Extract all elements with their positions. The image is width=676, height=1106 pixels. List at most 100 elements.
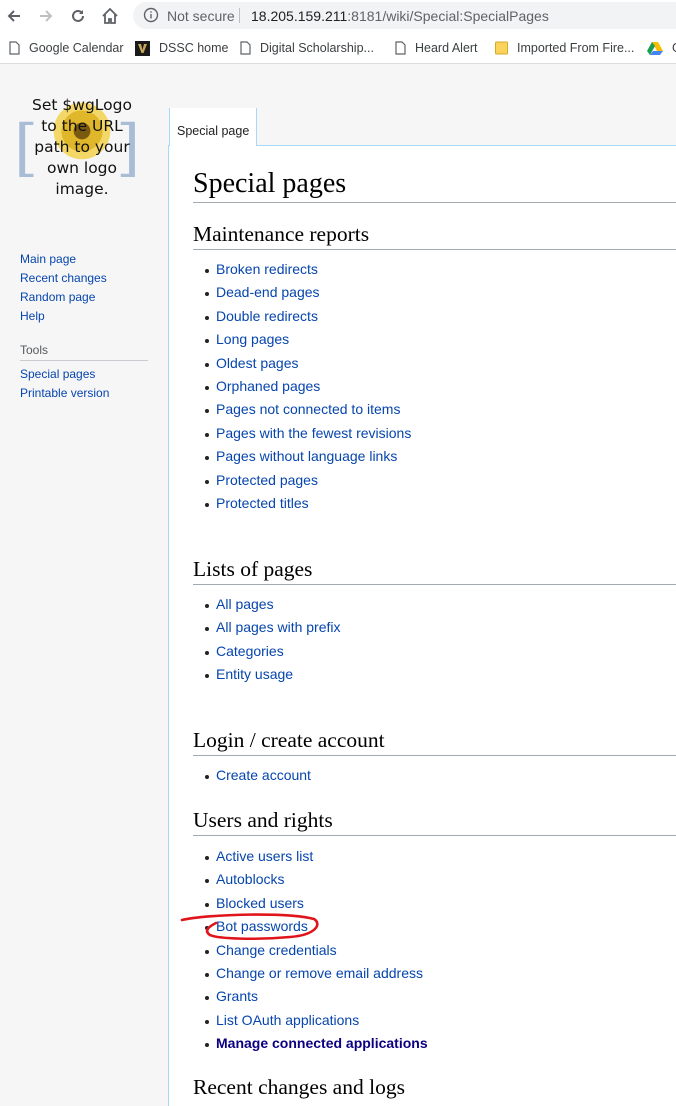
list-item: Dead-end pages [204,281,411,304]
list-item: List OAuth applications [205,1009,428,1032]
link-fewest-revisions[interactable]: Pages with the fewest revisions [216,425,411,441]
list-item: Entity usage [205,663,341,686]
list-item: Broken redirects [204,258,411,281]
list-item: Autoblocks [205,868,428,891]
section-divider [193,584,676,585]
page-icon [9,41,20,55]
sidebar-item-help[interactable]: Help [20,307,107,326]
list-item: Pages without language links [204,445,411,468]
link-categories[interactable]: Categories [216,643,284,659]
link-long-pages[interactable]: Long pages [216,331,289,347]
page-icon [395,41,406,55]
sidebar-item-special-pages[interactable]: Special pages [20,365,109,384]
link-active-users-list[interactable]: Active users list [216,848,313,864]
logo-placeholder-text: Set $wgLogo to the URL path to your own … [14,95,150,200]
section-heading-maintenance-reports: Maintenance reports [193,222,370,246]
link-create-account[interactable]: Create account [216,767,311,783]
list-item: Oldest pages [204,352,411,375]
back-icon[interactable] [3,5,25,27]
bookmark-heard-alert[interactable]: Heard Alert [395,39,478,57]
link-dead-end-pages[interactable]: Dead-end pages [216,284,320,300]
sidebar-item-main-page[interactable]: Main page [20,250,107,269]
link-all-pages[interactable]: All pages [216,596,274,612]
bookmark-label: Heard Alert [415,41,478,55]
list-item: Change or remove email address [205,962,428,985]
browser-toolbar: Not secure 18.205.159.211:8181/wiki/Spec… [0,0,676,32]
home-icon[interactable] [99,5,121,27]
sidebar-navigation: Main page Recent changes Random page Hel… [20,250,107,326]
logo-text-line: image. [55,180,109,198]
bookmark-google-drive[interactable]: G [647,39,676,57]
list-item: Change credentials [205,939,428,962]
list-item: Long pages [204,328,411,351]
list-item: Blocked users [205,892,428,915]
forward-icon[interactable] [35,5,57,27]
reload-icon[interactable] [67,5,89,27]
section-heading-recent-changes-and-logs: Recent changes and logs [193,1075,405,1099]
list-item: Protected pages [204,469,411,492]
url-text[interactable]: 18.205.159.211:8181/wiki/Special:Special… [251,8,549,24]
link-autoblocks[interactable]: Autoblocks [216,871,284,887]
bookmark-label: Imported From Fire... [517,41,635,55]
list-item: All pages with prefix [205,616,341,639]
link-oldest-pages[interactable]: Oldest pages [216,355,299,371]
bookmarks-bar: Google Calendar DSSC home Digital Schola… [0,32,676,64]
logo-text-line: Set $wgLogo [32,96,132,114]
link-list-oauth-applications[interactable]: List OAuth applications [216,1012,359,1028]
link-without-language-links[interactable]: Pages without language links [216,448,397,464]
link-grants[interactable]: Grants [216,988,258,1004]
google-drive-icon [647,41,663,55]
link-change-email[interactable]: Change or remove email address [216,965,423,981]
list-item: Create account [205,764,311,787]
bookmark-label: Digital Scholarship... [260,41,374,55]
security-status: Not secure [167,8,235,24]
list-item: Active users list [205,845,428,868]
logo-text-line: to the URL [41,117,123,135]
section-divider [193,835,676,836]
vanderbilt-v-icon [135,40,150,56]
section-divider [193,755,676,756]
title-divider [193,202,676,203]
tab-special-page[interactable]: Special page [169,108,257,146]
link-bot-passwords[interactable]: Bot passwords [216,918,308,934]
bookmark-google-calendar[interactable]: Google Calendar [9,39,124,57]
bookmark-digital-scholarship[interactable]: Digital Scholarship... [240,39,374,57]
link-entity-usage[interactable]: Entity usage [216,666,293,682]
section-heading-login-create-account: Login / create account [193,728,385,752]
maintenance-reports-list: Broken redirects Dead-end pages Double r… [204,258,411,515]
sidebar-tools: Special pages Printable version [20,365,109,403]
section-heading-lists-of-pages: Lists of pages [193,557,313,581]
wiki-logo[interactable]: [ ] Set $wgLogo to the URL path to your … [14,95,150,199]
list-item: Pages with the fewest revisions [204,422,411,445]
link-broken-redirects[interactable]: Broken redirects [216,261,318,277]
bookmark-imported-folder[interactable]: Imported From Fire... [495,39,634,57]
list-item: Double redirects [204,305,411,328]
link-all-pages-with-prefix[interactable]: All pages with prefix [216,619,341,635]
link-pages-not-connected[interactable]: Pages not connected to items [216,401,400,417]
bookmark-label: Google Calendar [29,41,124,55]
link-orphaned-pages[interactable]: Orphaned pages [216,378,320,394]
link-manage-connected-applications[interactable]: Manage connected applications [216,1035,428,1051]
tab-label: Special page [177,124,250,138]
list-item: Grants [205,985,428,1008]
list-item: Manage connected applications [205,1032,428,1055]
omnibox-divider [239,8,240,23]
info-icon[interactable] [143,7,159,28]
link-double-redirects[interactable]: Double redirects [216,308,318,324]
list-item: Bot passwords [205,915,428,938]
sidebar-item-recent-changes[interactable]: Recent changes [20,269,107,288]
bookmark-dssc-home[interactable]: DSSC home [135,39,228,57]
page-icon [240,41,251,55]
url-path: :8181/wiki/Special:SpecialPages [347,8,549,24]
folder-icon [495,41,508,55]
section-heading-users-and-rights: Users and rights [193,808,333,832]
sidebar-item-printable-version[interactable]: Printable version [20,384,109,403]
link-change-credentials[interactable]: Change credentials [216,942,337,958]
address-bar[interactable]: Not secure 18.205.159.211:8181/wiki/Spec… [133,2,676,29]
page-title: Special pages [193,168,347,199]
users-and-rights-list: Active users list Autoblocks Blocked use… [205,845,428,1056]
sidebar-item-random-page[interactable]: Random page [20,288,107,307]
link-blocked-users[interactable]: Blocked users [216,895,304,911]
link-protected-titles[interactable]: Protected titles [216,495,309,511]
link-protected-pages[interactable]: Protected pages [216,472,318,488]
